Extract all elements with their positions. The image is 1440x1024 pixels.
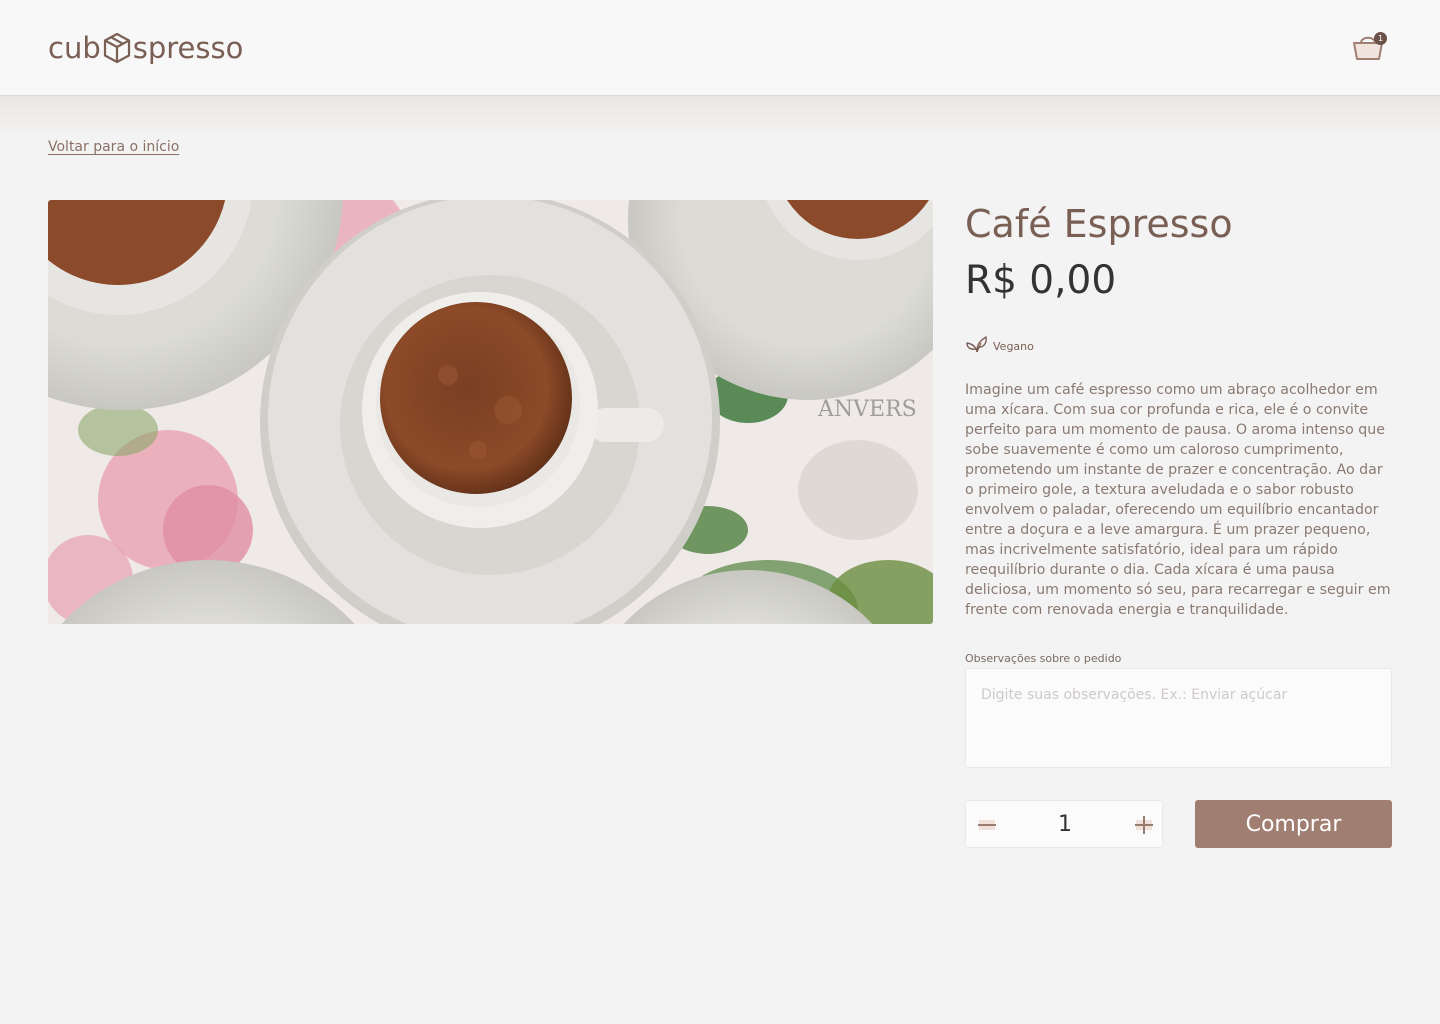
cube-icon	[102, 31, 132, 65]
product-description: Imagine um café espresso como um abraço …	[965, 382, 1391, 618]
increase-quantity-button[interactable]	[1132, 813, 1156, 837]
shopping-basket-icon	[1352, 36, 1384, 66]
plus-icon	[1132, 813, 1156, 837]
buy-button[interactable]: Comprar	[1195, 800, 1392, 848]
vegan-tag: Vegano	[965, 334, 1034, 358]
notes-label: Observações sobre o pedido	[965, 652, 1122, 665]
cart-button[interactable]: 1	[1352, 32, 1388, 62]
logo-text-left: cub	[48, 31, 101, 65]
svg-text:ANVERS: ANVERS	[817, 397, 917, 422]
minus-icon	[975, 813, 999, 837]
tag-label: Vegano	[993, 339, 1034, 353]
logo[interactable]: cub spresso	[48, 30, 243, 66]
site-header: cub spresso 1	[0, 0, 1440, 96]
quantity-stepper: 1	[965, 800, 1163, 848]
decrease-quantity-button[interactable]	[975, 813, 999, 837]
product-image: ANVERS	[48, 200, 933, 624]
order-notes-field[interactable]	[965, 668, 1392, 768]
product-title: Café Espresso	[965, 202, 1233, 246]
header-shadow	[0, 96, 1440, 136]
logo-text-right: spresso	[132, 31, 244, 65]
cart-count-badge: 1	[1374, 32, 1387, 45]
product-price: R$ 0,00	[965, 258, 1117, 303]
back-to-home-link[interactable]: Voltar para o início	[48, 139, 179, 155]
leaf-icon	[965, 334, 989, 358]
